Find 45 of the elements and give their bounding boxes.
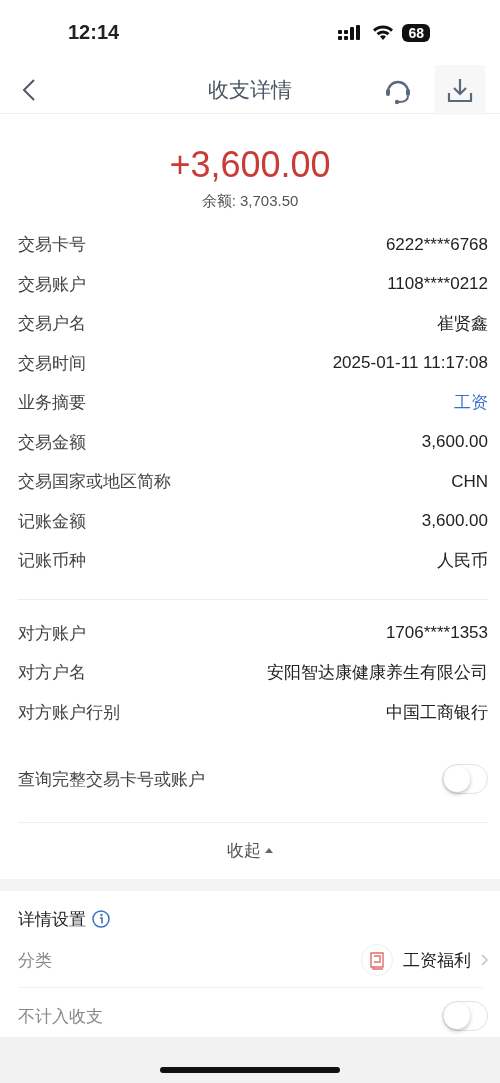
detail-value: 崔贤鑫: [437, 313, 488, 336]
section-title: 详情设置: [18, 907, 86, 931]
category-icon: [361, 944, 393, 976]
detail-value: CHN: [451, 471, 488, 492]
detail-label: 记账金额: [18, 509, 86, 533]
detail-label: 对方账户行别: [18, 700, 120, 724]
detail-label: 交易账户: [18, 272, 86, 296]
category-label: 分类: [18, 948, 52, 972]
toggle-label: 不计入收支: [18, 1004, 103, 1028]
status-time: 12:14: [68, 21, 120, 44]
detail-value: 1706****1353: [385, 623, 488, 644]
detail-value: 中国工商银行: [386, 701, 488, 724]
detail-label: 交易卡号: [18, 233, 86, 257]
detail-value: 2025-01-11 11:17:08: [332, 353, 488, 374]
info-icon[interactable]: [92, 910, 110, 928]
collapse-button[interactable]: 收起: [227, 838, 261, 862]
toggle-label: 查询完整交易卡号或账户: [18, 767, 205, 791]
detail-value: 3,600.00: [421, 432, 488, 453]
detail-label: 交易户名: [18, 312, 86, 336]
download-icon: [446, 76, 474, 104]
detail-label: 对方账户: [18, 621, 86, 645]
detail-value: 3,600.00: [421, 511, 488, 532]
wifi-icon: [372, 24, 395, 41]
caret-icon: [265, 847, 273, 853]
toggle-switch[interactable]: [442, 764, 488, 794]
detail-value: 人民币: [437, 550, 488, 573]
detail-value: 安阳智达康健康养生有限公司: [267, 662, 488, 685]
toggle-switch[interactable]: [442, 1001, 488, 1031]
detail-label: 交易国家或地区简称: [18, 470, 171, 494]
transaction-amount: +3,600.00: [169, 144, 331, 186]
detail-label: 交易时间: [18, 351, 86, 375]
chevron-right-icon: [481, 954, 488, 966]
back-icon[interactable]: [22, 78, 36, 102]
page-title: 收支详情: [208, 77, 292, 104]
detail-value: 1108****0212: [387, 274, 488, 295]
category-value[interactable]: 工资福利: [403, 948, 471, 972]
balance-text: 余额: 3,703.50: [201, 192, 299, 211]
summary-link[interactable]: 工资: [454, 391, 488, 415]
download-button[interactable]: [435, 65, 485, 115]
detail-label: 业务摘要: [18, 391, 86, 415]
detail-label: 对方户名: [18, 661, 86, 685]
battery-indicator: 68: [402, 23, 430, 42]
detail-label: 记账币种: [18, 549, 86, 573]
detail-label: 交易金额: [18, 430, 86, 454]
detail-value: 6222****6768: [385, 234, 488, 255]
